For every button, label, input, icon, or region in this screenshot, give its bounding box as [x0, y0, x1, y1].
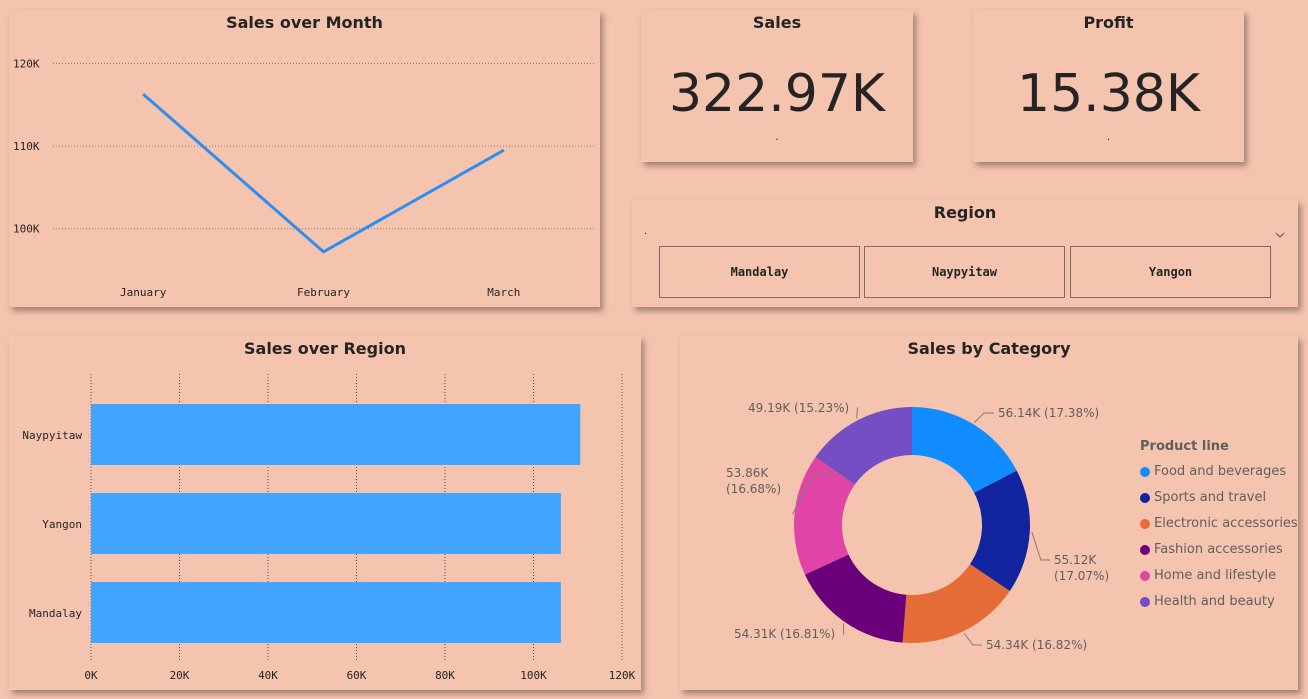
legend-dot-icon — [1140, 492, 1150, 503]
data-label: 54.34K (16.82%) — [986, 638, 1087, 652]
bar — [91, 493, 561, 554]
region-option-naypyitaw[interactable]: Naypyitaw — [864, 246, 1065, 298]
legend-item[interactable]: Home and lifestyle — [1140, 568, 1276, 583]
legend-label: Health and beauty — [1154, 594, 1275, 609]
legend-label: Food and beverages — [1154, 464, 1287, 479]
x-tick-label: 120K — [609, 669, 636, 682]
leader-line — [842, 623, 845, 635]
y-tick-label: 110K — [13, 140, 40, 153]
data-label: (16.68%) — [726, 482, 781, 496]
chevron-down-icon[interactable] — [1274, 226, 1286, 238]
data-label: 54.31K (16.81%) — [734, 627, 835, 641]
legend-dot-icon — [1140, 544, 1150, 555]
region-slicer: Region . Mandalay Naypyitaw Yangon — [632, 200, 1298, 307]
x-tick-label: 100K — [520, 669, 547, 682]
region-selected-value[interactable]: . — [644, 226, 647, 237]
legend-label: Home and lifestyle — [1154, 568, 1277, 583]
sales-card: Sales 322.97K . — [641, 10, 913, 162]
sales-card-title: Sales — [752, 13, 802, 32]
leader-line — [973, 412, 994, 423]
line-chart-panel: Sales over Month 100K 110K 120K January Febr… — [9, 10, 600, 307]
data-label: 56.14K (17.38%) — [998, 406, 1099, 420]
legend-dot-icon — [1140, 596, 1150, 607]
x-tick-label: February — [297, 286, 350, 299]
y-tick-label: 120K — [13, 58, 40, 71]
region-option-yangon[interactable]: Yangon — [1070, 246, 1271, 298]
region-option-mandalay[interactable]: Mandalay — [659, 246, 860, 298]
legend-dot-icon — [1140, 466, 1150, 477]
data-label: 53.86K — [726, 466, 769, 480]
x-tick-label: 40K — [258, 669, 278, 682]
x-tick-label: 80K — [435, 669, 455, 682]
bar-chart-panel: Sales over Region 0K 20K 40K 60K 80K 100K 120K… — [9, 336, 641, 690]
y-tick-label: Yangon — [42, 518, 82, 531]
legend-label: Sports and travel — [1154, 490, 1267, 505]
leader-line — [963, 632, 982, 646]
legend-title: Product line — [1140, 439, 1229, 454]
legend-item[interactable]: Health and beauty — [1140, 594, 1275, 609]
sales-subtitle: . — [775, 132, 779, 143]
donut-chart-panel: Sales by Category 56.14K (17.38%) 55.12K(… — [680, 336, 1298, 690]
legend-item[interactable]: Fashion accessories — [1140, 542, 1283, 557]
x-tick-label: January — [120, 286, 167, 299]
legend-item[interactable]: Food and beverages — [1140, 464, 1286, 479]
profit-card: Profit 15.38K . — [973, 10, 1244, 162]
legend-item[interactable]: Sports and travel — [1140, 490, 1266, 505]
legend-dot-icon — [1140, 518, 1150, 529]
legend-label: Fashion accessories — [1154, 542, 1283, 557]
legend-label: Electronic accessories — [1154, 516, 1298, 531]
sales-value: 322.97K — [668, 64, 886, 124]
profit-value: 15.38K — [1017, 64, 1200, 124]
profit-subtitle: . — [1106, 132, 1111, 143]
legend-item[interactable]: Electronic accessories — [1140, 516, 1298, 531]
leader-line — [1031, 531, 1050, 561]
data-label: 55.12K — [1054, 553, 1097, 567]
y-tick-label: Naypyitaw — [22, 429, 82, 442]
profit-card-title: Profit — [1083, 13, 1134, 32]
data-label: 49.19K (15.23%) — [748, 401, 849, 415]
bar — [91, 582, 561, 643]
bar — [91, 404, 581, 465]
leader-line — [856, 407, 858, 419]
legend: Product line Food and beverages Sports an… — [1140, 439, 1298, 619]
x-tick-label: 0K — [84, 669, 98, 682]
data-label: (17.07%) — [1054, 569, 1109, 583]
x-tick-label: 20K — [170, 669, 190, 682]
region-slicer-title: Region — [933, 203, 997, 222]
legend-dot-icon — [1140, 570, 1150, 581]
x-tick-label: 60K — [347, 669, 367, 682]
x-tick-label: March — [487, 286, 520, 299]
line-chart: 100K 110K 120K January February March — [13, 58, 594, 299]
bar-chart: 0K 20K 40K 60K 80K 100K 120K Naypyitaw Yangon Man… — [22, 374, 636, 682]
sales-line — [142, 92, 505, 254]
y-tick-label: Mandalay — [29, 607, 82, 620]
y-tick-label: 100K — [13, 223, 40, 236]
